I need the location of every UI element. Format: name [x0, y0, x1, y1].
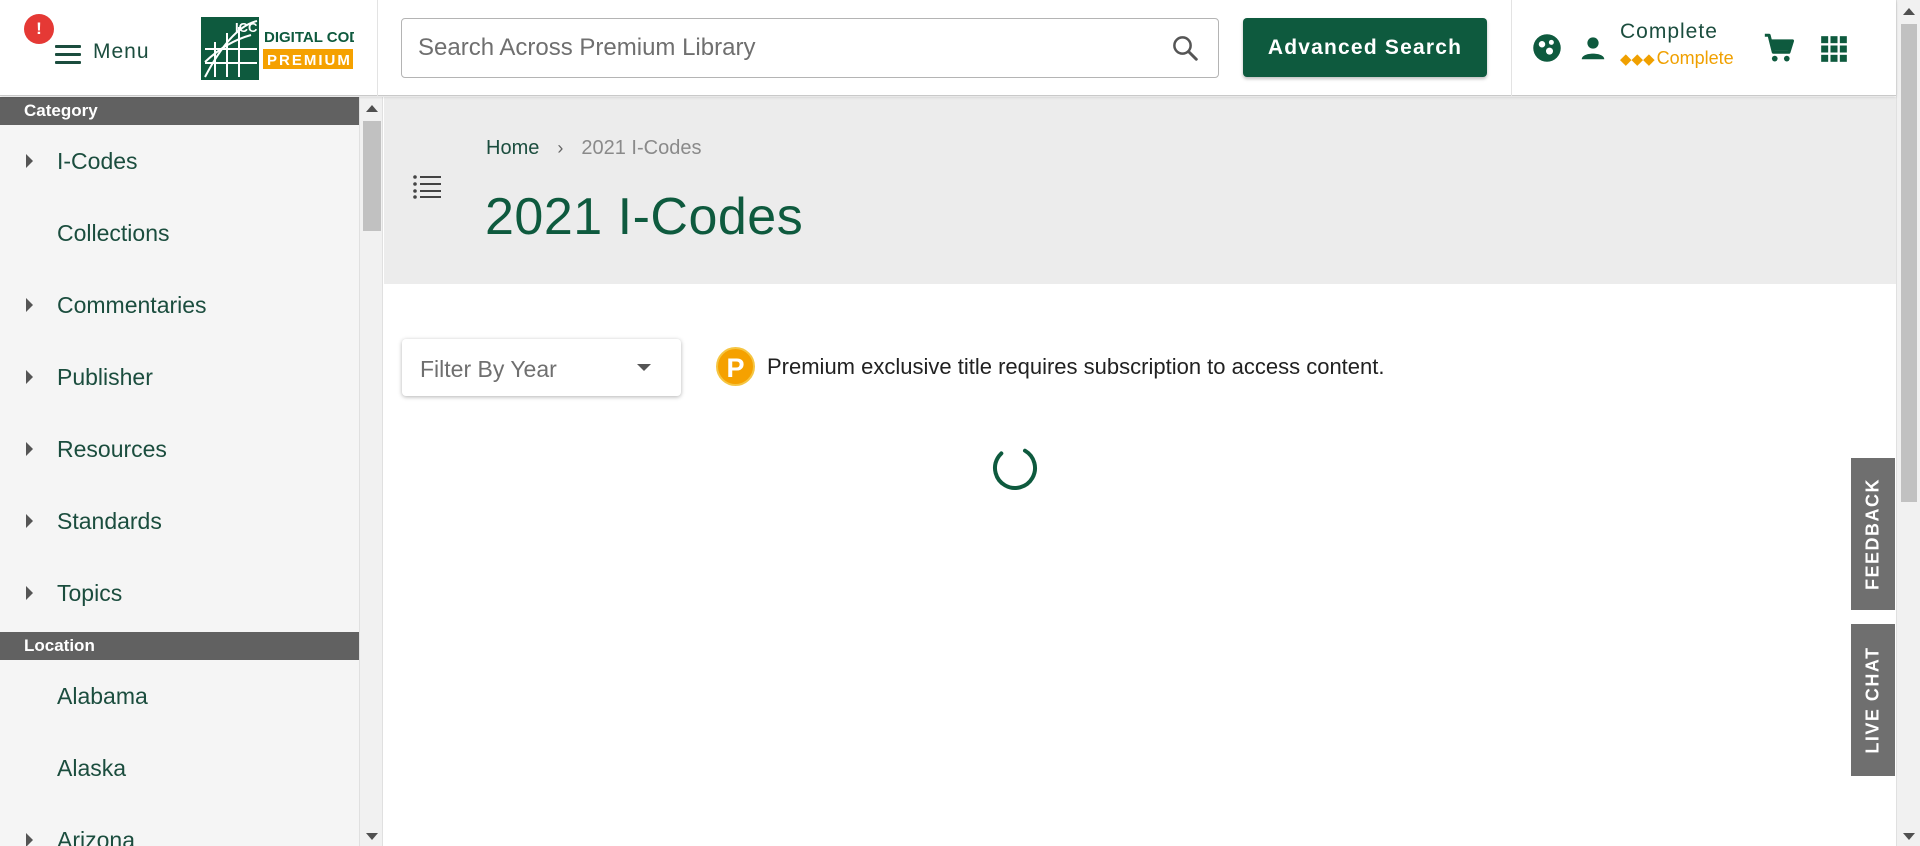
breadcrumb-separator: › — [557, 138, 564, 158]
sidebar-item-label: I-Codes — [57, 148, 138, 174]
main-content: Home › 2021 I-Codes 2021 I-Codes Filter By… — [384, 97, 1896, 846]
scroll-up-arrow-icon[interactable] — [1903, 8, 1915, 15]
account-title: Complete — [1620, 20, 1718, 43]
expand-arrow-icon[interactable] — [26, 370, 33, 384]
page-scrollbar[interactable] — [1896, 0, 1920, 846]
search-box[interactable] — [401, 18, 1219, 78]
apps-grid-icon[interactable] — [1820, 35, 1848, 63]
sidebar-item-label: Commentaries — [57, 292, 207, 318]
sidebar-item-label: Collections — [57, 220, 170, 246]
top-header: ! Menu ICC DIGITAL CODES PREMIUM Advance… — [0, 0, 1896, 96]
sidebar-item-alabama[interactable]: Alabama — [0, 660, 359, 732]
page-title: 2021 I-Codes — [485, 188, 804, 246]
premium-notice-text: Premium exclusive title requires subscri… — [767, 354, 1385, 379]
scroll-down-arrow-icon[interactable] — [1903, 833, 1915, 840]
location-header: Location — [0, 632, 359, 660]
sidebar-item-arizona[interactable]: Arizona — [0, 804, 359, 846]
sidebar-item-topics[interactable]: Topics — [0, 557, 359, 629]
scrollbar-thumb[interactable] — [363, 121, 381, 231]
filter-label: Filter By Year — [420, 356, 557, 382]
sidebar-item-alaska[interactable]: Alaska — [0, 732, 359, 804]
sidebar-scrollbar[interactable] — [359, 97, 383, 846]
live-chat-tab[interactable]: LIVE CHAT — [1851, 624, 1895, 776]
menu-button[interactable]: ! Menu — [24, 14, 164, 84]
scrollbar-thumb[interactable] — [1901, 24, 1917, 502]
table-of-contents-icon[interactable] — [412, 173, 442, 199]
sidebar-item-collections[interactable]: Collections — [0, 197, 359, 269]
sidebar-item-label: Resources — [57, 436, 167, 462]
icc-digital-codes-premium-logo[interactable]: ICC DIGITAL CODES PREMIUM — [201, 17, 354, 80]
sidebar-item-i-codes[interactable]: I-Codes — [0, 125, 359, 197]
sidebar-item-resources[interactable]: Resources — [0, 413, 359, 485]
expand-arrow-icon[interactable] — [26, 586, 33, 600]
scroll-up-arrow-icon[interactable] — [366, 105, 378, 112]
breadcrumb-home-link[interactable]: Home — [486, 137, 539, 159]
feedback-tab-label: FEEDBACK — [1862, 477, 1883, 591]
page-hero: Home › 2021 I-Codes 2021 I-Codes — [384, 97, 1896, 284]
loading-spinner — [993, 446, 1037, 490]
menu-label: Menu — [93, 40, 150, 63]
user-icon[interactable] — [1578, 33, 1608, 63]
premium-diamonds-icon: ◆◆◆ — [1620, 51, 1655, 68]
expand-arrow-icon[interactable] — [26, 833, 33, 846]
account-plan[interactable]: Complete ◆◆◆ Complete — [1620, 20, 1750, 72]
filter-by-year-dropdown[interactable]: Filter By Year — [402, 339, 681, 396]
expand-arrow-icon[interactable] — [26, 298, 33, 312]
expand-arrow-icon[interactable] — [26, 154, 33, 168]
header-divider — [1511, 0, 1512, 96]
account-plan-label: Complete — [1656, 48, 1734, 68]
category-header: Category — [0, 97, 359, 125]
header-divider — [377, 0, 378, 96]
sidebar-item-label: Publisher — [57, 364, 153, 390]
live-chat-tab-label: LIVE CHAT — [1862, 646, 1883, 754]
search-input[interactable] — [418, 19, 1158, 77]
account-subtitle: ◆◆◆ Complete — [1620, 48, 1734, 69]
advanced-search-button[interactable]: Advanced Search — [1243, 18, 1487, 77]
sidebar-item-standards[interactable]: Standards — [0, 485, 359, 557]
cart-icon[interactable] — [1762, 31, 1796, 65]
hamburger-icon — [55, 45, 81, 65]
search-icon[interactable] — [1170, 33, 1200, 63]
sidebar-item-label: Arizona — [57, 827, 135, 846]
expand-arrow-icon[interactable] — [26, 442, 33, 456]
scroll-down-arrow-icon[interactable] — [366, 833, 378, 840]
dropdown-caret-icon — [637, 364, 651, 371]
svg-text:ICC: ICC — [235, 20, 258, 35]
sidebar-item-commentaries[interactable]: Commentaries — [0, 269, 359, 341]
expand-arrow-icon[interactable] — [26, 514, 33, 528]
sidebar-item-label: Standards — [57, 508, 162, 534]
sidebar-item-label: Alaska — [57, 755, 127, 781]
community-icon[interactable] — [1532, 33, 1562, 63]
breadcrumb-current: 2021 I-Codes — [581, 137, 702, 159]
sidebar-item-publisher[interactable]: Publisher — [0, 341, 359, 413]
svg-text:DIGITAL CODES: DIGITAL CODES — [264, 29, 354, 46]
premium-badge-icon: P — [716, 347, 755, 386]
sidebar-item-label: Alabama — [57, 683, 148, 709]
breadcrumb: Home › 2021 I-Codes — [486, 137, 701, 160]
sidebar-item-label: Topics — [57, 580, 123, 606]
alert-badge[interactable]: ! — [24, 14, 54, 44]
sidebar: Category I-Codes Collections Commentarie… — [0, 97, 359, 846]
svg-text:PREMIUM: PREMIUM — [267, 52, 352, 69]
feedback-tab[interactable]: FEEDBACK — [1851, 458, 1895, 610]
